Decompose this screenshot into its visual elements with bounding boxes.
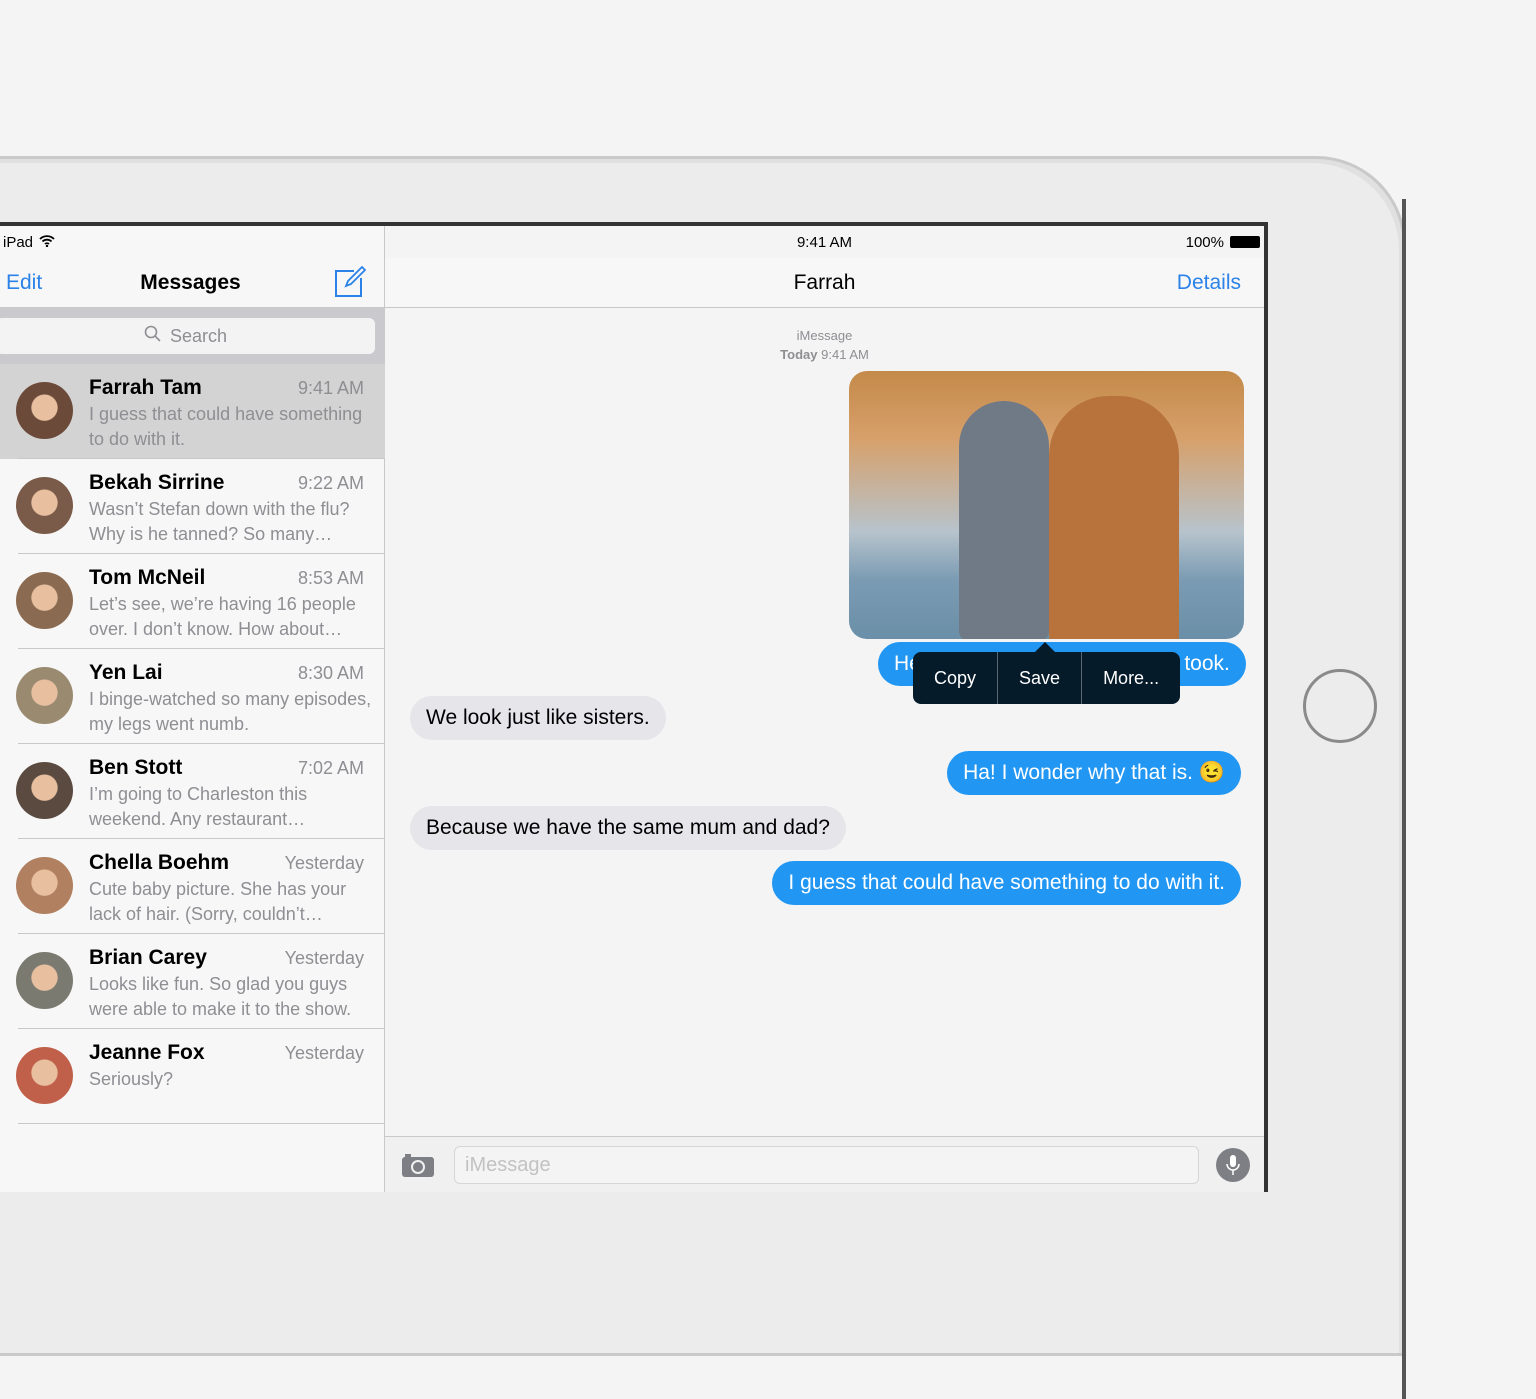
message-preview: Let’s see, we’re having 16 people over. … xyxy=(89,594,356,639)
contact-name: Ben Stott xyxy=(89,756,183,779)
battery-percent: 100% xyxy=(1185,233,1224,251)
conversation-row[interactable]: Bekah Sirrine 9:22 AM Wasn’t Stefan down… xyxy=(0,459,385,554)
message-preview: Seriously? xyxy=(89,1069,174,1089)
sidebar-title: Messages xyxy=(140,270,241,294)
conversation-row[interactable]: Tom McNeil 8:53 AM Let’s see, we’re havi… xyxy=(0,554,385,649)
status-time: 9:41 AM xyxy=(385,226,1264,258)
conversation-row[interactable]: Jeanne Fox Yesterday Seriously? xyxy=(0,1029,385,1124)
message-preview: Wasn’t Stefan down with the flu? Why is … xyxy=(89,499,350,544)
chat-pane: 9:41 AM 100% Farrah Details iMessage Tod… xyxy=(385,226,1264,1192)
timestamp-header: iMessage Today 9:41 AM xyxy=(385,326,1264,364)
avatar xyxy=(16,667,73,724)
message-time: 9:41 AM xyxy=(297,378,364,398)
message-preview: I’m going to Charleston this weekend. An… xyxy=(89,784,308,829)
chat-nav: Farrah Details xyxy=(385,258,1264,308)
conversation-sidebar: iPad Edit Messages Search Farrah Tam 9:4… xyxy=(0,226,385,1192)
avatar xyxy=(16,857,73,914)
edit-button[interactable]: Edit xyxy=(6,271,42,295)
sidebar-nav: Edit Messages xyxy=(0,258,384,308)
message-time: Yesterday xyxy=(284,853,364,873)
conversation-row[interactable]: Farrah Tam 9:41 AM I guess that could ha… xyxy=(0,364,385,459)
contact-name: Yen Lai xyxy=(89,661,163,684)
details-button[interactable]: Details xyxy=(1177,271,1241,295)
contact-name: Chella Boehm xyxy=(89,851,230,874)
search-area: Search xyxy=(0,308,385,364)
conversation-row[interactable]: Brian Carey Yesterday Looks like fun. So… xyxy=(0,934,385,1029)
message-input[interactable]: iMessage xyxy=(454,1146,1199,1184)
message-bubble[interactable]: We look just like sisters. xyxy=(410,696,666,740)
camera-icon[interactable] xyxy=(401,1152,435,1183)
search-icon xyxy=(144,325,162,348)
message-preview: I guess that could have something to do … xyxy=(89,404,363,449)
contact-name: Tom McNeil xyxy=(89,566,206,589)
conversation-row[interactable]: Yen Lai 8:30 AM I binge-watched so many … xyxy=(0,649,385,744)
avatar xyxy=(16,762,73,819)
avatar xyxy=(16,1047,73,1104)
menu-more[interactable]: More... xyxy=(1082,652,1180,704)
avatar xyxy=(16,477,73,534)
device-label: iPad xyxy=(3,233,34,251)
message-preview: I binge-watched so many episodes, my leg… xyxy=(89,689,372,734)
photo-person-right xyxy=(1049,396,1179,639)
contact-name: Jeanne Fox xyxy=(89,1041,205,1064)
contact-name: Brian Carey xyxy=(89,946,207,969)
date-time: 9:41 AM xyxy=(821,347,869,362)
context-menu: Copy Save More... xyxy=(913,642,1181,704)
battery-icon xyxy=(1230,236,1260,248)
message-bubble[interactable]: Because we have the same mum and dad? xyxy=(410,806,846,850)
menu-copy[interactable]: Copy xyxy=(913,652,999,704)
ipad-screen: iPad Edit Messages Search Farrah Tam 9:4… xyxy=(0,222,1268,1192)
message-bubble[interactable]: Ha! I wonder why that is. 😉 xyxy=(947,751,1241,795)
clock: 9:41 AM xyxy=(796,233,853,251)
photo-person-left xyxy=(959,401,1049,639)
microphone-icon[interactable] xyxy=(1216,1148,1250,1182)
message-time: 8:53 AM xyxy=(297,568,364,588)
date-label: Today xyxy=(780,347,818,362)
chat-title: Farrah xyxy=(793,270,856,294)
contact-name: Bekah Sirrine xyxy=(89,471,225,494)
avatar xyxy=(16,572,73,629)
status-right: 100% xyxy=(1186,226,1260,258)
message-preview: Cute baby picture. She has your lack of … xyxy=(89,879,347,924)
photo-attachment[interactable] xyxy=(849,371,1244,639)
conversation-row[interactable]: Chella Boehm Yesterday Cute baby picture… xyxy=(0,839,385,934)
message-time: 7:02 AM xyxy=(297,758,364,778)
avatar xyxy=(16,952,73,1009)
search-input[interactable]: Search xyxy=(0,318,375,354)
message-time: 8:30 AM xyxy=(297,663,364,683)
wifi-icon xyxy=(39,234,55,250)
status-left: iPad xyxy=(3,226,55,258)
service-label: iMessage xyxy=(796,328,853,343)
message-time: Yesterday xyxy=(284,948,364,968)
home-button[interactable] xyxy=(1303,669,1377,743)
avatar xyxy=(16,382,73,439)
compose-icon[interactable] xyxy=(334,265,367,303)
message-bubble[interactable]: I guess that could have something to do … xyxy=(772,861,1241,905)
row-divider xyxy=(18,1123,385,1124)
message-time: Yesterday xyxy=(284,1043,364,1063)
menu-save[interactable]: Save xyxy=(998,652,1083,704)
conversation-row[interactable]: Ben Stott 7:02 AM I’m going to Charlesto… xyxy=(0,744,385,839)
contact-name: Farrah Tam xyxy=(89,376,202,399)
message-preview: Looks like fun. So glad you guys were ab… xyxy=(89,974,352,1019)
search-placeholder: Search xyxy=(169,325,228,346)
message-time: 9:22 AM xyxy=(297,473,364,493)
